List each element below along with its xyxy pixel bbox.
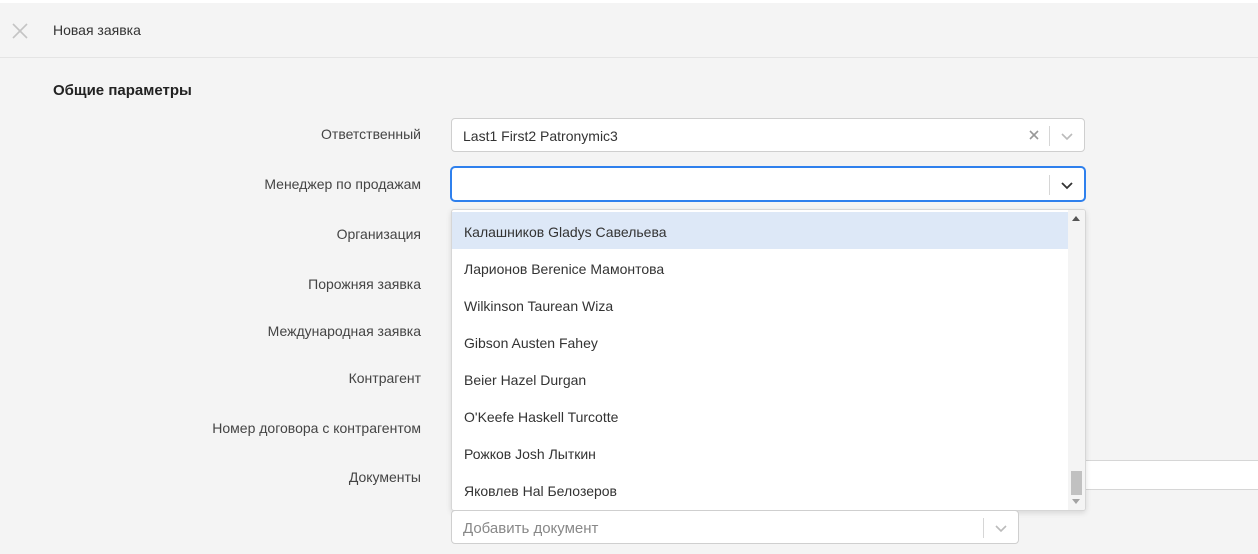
add-document-placeholder: Добавить документ xyxy=(463,520,599,537)
label-sales-manager: Менеджер по продажам xyxy=(264,176,421,192)
responsible-select[interactable]: Last1 First2 Patronymic3 xyxy=(451,118,1085,152)
label-responsible: Ответственный xyxy=(321,126,421,142)
dropdown-option[interactable]: Ларионов Berenice Мамонтова xyxy=(452,249,1069,286)
scroll-up-icon[interactable] xyxy=(1072,216,1080,221)
responsible-value: Last1 First2 Patronymic3 xyxy=(463,128,618,144)
select-separator xyxy=(983,518,984,538)
label-counterparty: Контрагент xyxy=(348,370,421,386)
select-separator xyxy=(1049,126,1050,146)
dropdown-option[interactable]: Gibson Austen Fahey xyxy=(452,323,1069,360)
dropdown-option[interactable]: Wilkinson Taurean Wiza xyxy=(452,286,1069,323)
select-separator xyxy=(1049,175,1050,195)
dropdown-option[interactable]: O'Keefe Haskell Turcotte xyxy=(452,397,1069,434)
chevron-down-icon[interactable] xyxy=(1059,128,1075,144)
label-empty-request: Порожняя заявка xyxy=(308,276,421,292)
sales-manager-dropdown: Калашников Gladys Савельева Ларионов Ber… xyxy=(451,209,1086,511)
add-document-select[interactable]: Добавить документ xyxy=(451,510,1019,544)
label-documents: Документы xyxy=(348,469,421,485)
dropdown-scrollbar[interactable] xyxy=(1068,210,1085,510)
dropdown-option[interactable]: Яковлев Hal Белозеров xyxy=(452,471,1069,508)
clear-icon[interactable] xyxy=(1026,127,1042,143)
chevron-down-icon[interactable] xyxy=(993,520,1009,536)
chevron-down-icon[interactable] xyxy=(1059,177,1075,193)
dropdown-option[interactable]: Калашников Gladys Савельева xyxy=(452,212,1069,249)
dialog-title: Новая заявка xyxy=(53,22,141,38)
close-icon[interactable] xyxy=(10,21,30,41)
dropdown-option[interactable]: Beier Hazel Durgan xyxy=(452,360,1069,397)
scroll-down-icon[interactable] xyxy=(1072,499,1080,504)
dropdown-option[interactable]: Рожков Josh Лыткин xyxy=(452,434,1069,471)
dialog-header: Новая заявка xyxy=(0,3,1258,58)
section-title: Общие параметры xyxy=(53,82,192,99)
documents-field-background xyxy=(1080,460,1258,490)
sales-manager-select[interactable] xyxy=(451,167,1085,201)
label-contract-number: Номер договора с контрагентом xyxy=(212,420,421,436)
scroll-thumb[interactable] xyxy=(1071,471,1082,495)
label-international-request: Международная заявка xyxy=(267,323,421,339)
label-organization: Организация xyxy=(336,226,421,242)
